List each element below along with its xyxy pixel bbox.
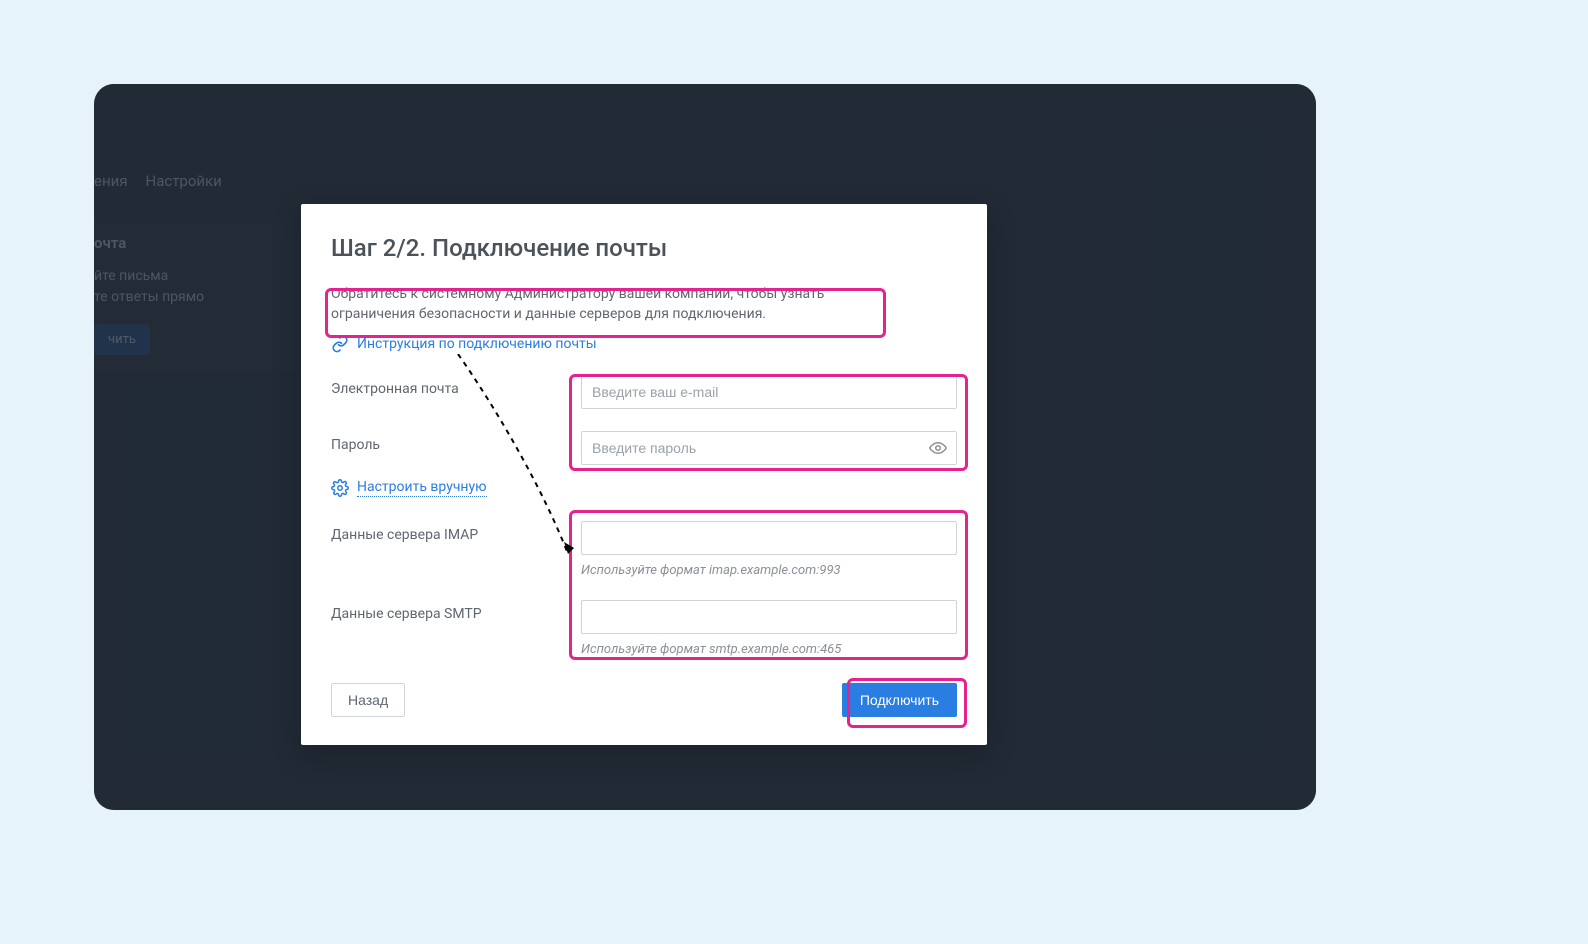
email-label: Электронная почта [331,375,581,397]
manual-config-label: Настроить вручную [357,479,487,497]
instruction-link[interactable]: Инструкция по подключению почты [357,336,597,352]
smtp-label: Данные сервера SMTP [331,600,581,622]
smtp-field[interactable] [581,600,957,634]
smtp-hint: Используйте формат smtp.example.com:465 [581,642,957,657]
manual-config-toggle[interactable]: Настроить вручную [331,479,957,497]
admin-info-text: Обратитесь к системному Администратору в… [331,284,887,325]
password-field[interactable] [581,431,957,465]
imap-field[interactable] [581,521,957,555]
back-button[interactable]: Назад [331,683,405,717]
imap-label: Данные сервера IMAP [331,521,581,543]
gear-icon [331,479,349,497]
connect-button[interactable]: Подключить [842,683,957,717]
connect-mail-modal: Шаг 2/2. Подключение почты Обратитесь к … [301,204,987,745]
eye-icon[interactable] [929,439,947,457]
email-field[interactable] [581,375,957,409]
password-label: Пароль [331,431,581,453]
imap-hint: Используйте формат imap.example.com:993 [581,563,957,578]
modal-title: Шаг 2/2. Подключение почты [331,234,957,262]
instruction-link-row[interactable]: Инструкция по подключению почты [331,335,957,353]
link-icon [331,335,349,353]
